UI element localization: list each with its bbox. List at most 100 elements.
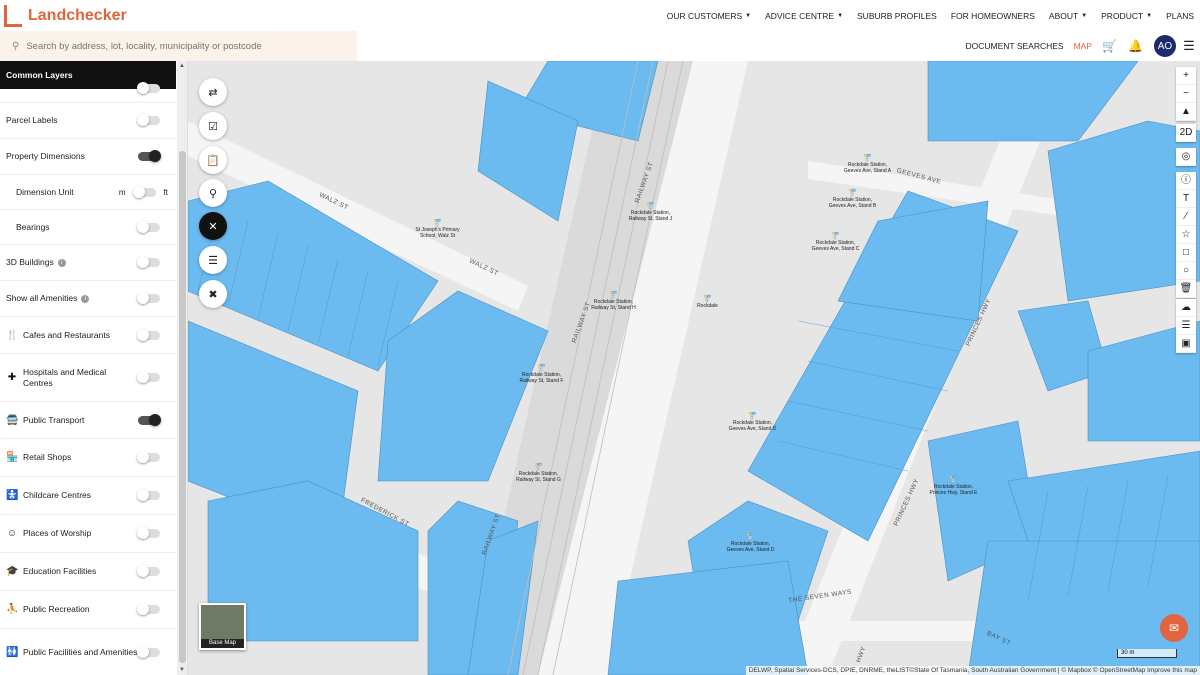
info-icon[interactable]: ⓘ [1176, 172, 1196, 190]
layer-toggle[interactable] [137, 371, 160, 383]
location-tool-button[interactable]: ⚲ [199, 179, 227, 207]
layer-toggle[interactable] [138, 413, 161, 426]
transit-stop[interactable]: 🚏 Rockdale Station, Railway St, Stand F [514, 365, 569, 384]
menu-icon[interactable]: ☰ [1182, 39, 1196, 53]
stop-name: Rockdale [697, 303, 718, 309]
stop-name: Rockdale Station, Railway St, Stand G [516, 471, 561, 483]
list-tool-button[interactable]: ☰ [199, 246, 227, 274]
layer-label: Public Facilities and Amenities [18, 647, 138, 658]
tools-button[interactable]: ✖ [199, 280, 227, 308]
transit-stop[interactable]: 🚏 Rockdale Station, Geeves Ave, Stand D [723, 534, 778, 553]
layer-label: Retail Shops [18, 452, 138, 463]
transit-stop[interactable]: 🚏 Rockdale Station, Geeves Ave, Stand C [808, 233, 863, 252]
scale-bar: 30 m [1117, 649, 1177, 658]
layer-toggle[interactable] [137, 603, 160, 615]
search-box[interactable]: ⚲ [0, 31, 357, 61]
transit-stop[interactable]: 🚏 Rockdale [685, 296, 730, 309]
info-icon[interactable]: i [81, 294, 90, 303]
landchecker-logo[interactable]: Landchecker [4, 4, 127, 28]
chat-button[interactable]: ✉ [1160, 614, 1188, 642]
layer-toggle[interactable] [137, 489, 160, 501]
layer-row: ☺ Places of Worship [0, 515, 176, 553]
stop-name: Rockdale Station, Railway St, Stand J [628, 210, 673, 222]
basemap-label: Base Map [201, 639, 244, 648]
geolocate-button[interactable]: ◎ [1176, 148, 1196, 166]
nav-item-advice-centre[interactable]: ADVICE CENTRE ▼ [765, 11, 843, 21]
layer-toggle[interactable] [137, 451, 160, 463]
layer-toggle[interactable] [137, 256, 160, 268]
transit-stop[interactable]: 🚏 Rockdale Station, Railway St, Stand J [623, 203, 678, 222]
bell-icon[interactable]: 🔔 [1128, 39, 1143, 53]
circle-tool-icon[interactable]: ○ [1176, 262, 1196, 280]
transit-stop[interactable]: 🚏 Rockdale Station, Geeves Ave, Stand A [840, 155, 895, 174]
report-tool-button[interactable]: 📋 [199, 146, 227, 174]
geolocate-icon: ◎ [1176, 148, 1196, 166]
layer-toggle[interactable] [137, 114, 160, 126]
layer-toggle[interactable] [138, 150, 161, 162]
sliders-icon[interactable]: ☰ [1176, 317, 1196, 335]
search-input[interactable] [26, 40, 327, 52]
sidebar-scrollbar[interactable]: ▲ ▼ [177, 61, 187, 675]
scroll-up-icon[interactable]: ▲ [179, 63, 185, 69]
layer-toggle[interactable] [137, 565, 160, 577]
basemap-toggle[interactable]: Base Map [199, 603, 246, 650]
add-photo-icon[interactable]: ▣ [1176, 335, 1196, 353]
cart-icon[interactable]: 🛒 [1102, 39, 1117, 53]
line-tool-icon[interactable]: ∕ [1176, 208, 1196, 226]
stop-name: Rockdale Station, Geeves Ave, Stand D [728, 420, 777, 432]
view-2d-button[interactable]: 2D [1176, 124, 1196, 142]
list-icon: ☰ [208, 254, 218, 267]
transit-stop[interactable]: 🚏 Rockdale Station, Geeves Ave, Stand D [725, 413, 780, 432]
zoom-in-icon[interactable]: + [1176, 67, 1196, 85]
checklist-icon: ☑ [208, 120, 218, 133]
checklist-tool-button[interactable]: ☑ [199, 112, 227, 140]
scroll-down-icon[interactable]: ▼ [179, 667, 185, 673]
document-searches-link[interactable]: DOCUMENT SEARCHES [966, 41, 1064, 51]
map-canvas[interactable]: WALZ ST WALZ ST FREDERICK ST RAILWAY ST … [188, 61, 1200, 675]
partial-toggle[interactable] [137, 82, 160, 94]
layer-toggle[interactable] [137, 328, 160, 341]
transit-stop[interactable]: 🚏 Rockdale Station, Railway St, Stand H [586, 292, 641, 311]
toggle-knob [132, 185, 145, 198]
layer-toggle[interactable] [132, 185, 156, 198]
close-tools-button[interactable]: ✕ [199, 212, 227, 240]
compass-icon[interactable]: ▲ [1176, 103, 1196, 121]
scroll-thumb[interactable] [179, 151, 186, 663]
text-tool-icon[interactable]: T [1176, 190, 1196, 208]
transit-stop[interactable]: 🚏 Rockdale Station, Princes Hwy, Stand E [926, 477, 981, 496]
layer-label-text: Public Facilities and Amenities [23, 647, 138, 657]
zoom-out-icon[interactable]: − [1176, 85, 1196, 103]
nav-item-our-customers[interactable]: OUR CUSTOMERS ▼ [667, 11, 751, 21]
layer-toggle[interactable] [137, 527, 160, 539]
nav-item-about[interactable]: ABOUT ▼ [1049, 11, 1087, 21]
nav-item-for-homeowners[interactable]: FOR HOMEOWNERS [951, 11, 1035, 21]
square-tool-icon[interactable]: □ [1176, 244, 1196, 262]
avatar[interactable]: AO [1154, 35, 1176, 57]
layer-label-text: Cafes and Restaurants [23, 329, 110, 340]
transit-stop[interactable]: 🚏 St Joseph's Primary School, Walz St [410, 220, 465, 239]
trash-icon[interactable]: 🗑 [1176, 280, 1196, 298]
facilities-icon: 🚻 [6, 647, 19, 658]
map-attribution[interactable]: DELWP, Spatial Services-DCS, DPIE, DNRME… [745, 666, 1200, 675]
map-link[interactable]: MAP [1074, 41, 1092, 51]
layer-label-text: Show all Amenities [6, 293, 78, 303]
stop-name: Rockdale Station, Princes Hwy, Stand E [929, 484, 978, 496]
info-icon[interactable]: i [57, 258, 66, 267]
nav-item-product[interactable]: PRODUCT ▼ [1101, 11, 1152, 21]
layers-sidebar: Common Layers Parcel Labels Property Dime… [0, 61, 188, 675]
layer-toggle[interactable] [137, 220, 160, 233]
layer-toggle[interactable] [137, 646, 160, 658]
transit-stop[interactable]: 🚏 Rockdale Station, Railway St, Stand G [511, 464, 566, 483]
nav-item-plans[interactable]: PLANS [1166, 11, 1194, 21]
transit-stop[interactable]: 🚏 Rockdale Station, Geeves Ave, Stand B [825, 190, 880, 209]
toggle-knob [137, 451, 149, 463]
star-tool-icon[interactable]: ☆ [1176, 226, 1196, 244]
cloud-icon[interactable]: ☁ [1176, 299, 1196, 317]
layer-label: Dimension Unit [0, 187, 119, 198]
layer-label: 3D Buildings i [0, 257, 138, 268]
brand-name: Landchecker [28, 7, 127, 24]
nav-item-suburb-profiles[interactable]: SUBURB PROFILES [857, 11, 937, 21]
compare-tool-button[interactable]: ⇄ [199, 78, 227, 106]
layer-toggle[interactable] [137, 292, 160, 304]
shop-icon: 🏪 [6, 452, 19, 463]
